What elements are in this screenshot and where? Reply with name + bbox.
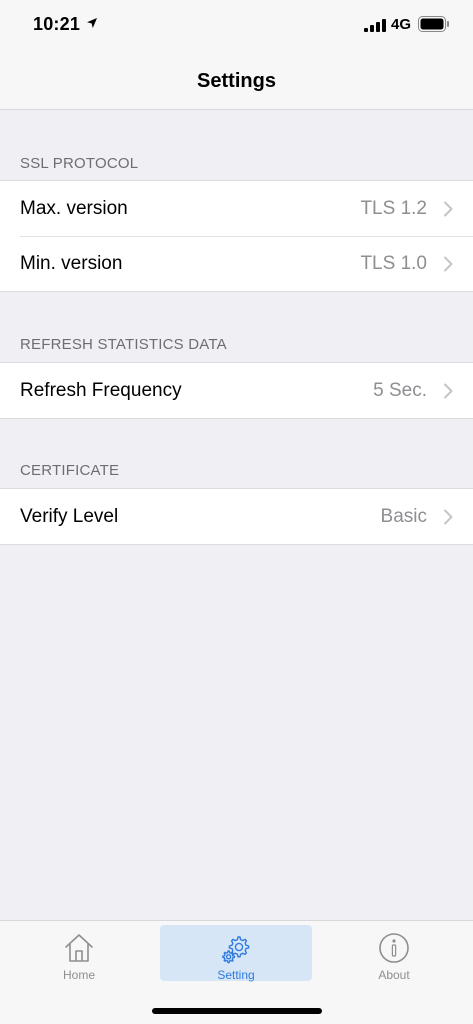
tab-label: Setting	[217, 968, 255, 982]
row-value: TLS 1.2	[360, 197, 427, 219]
chevron-right-icon	[444, 383, 453, 398]
tab-setting[interactable]: Setting	[160, 925, 312, 982]
navigation-bar: Settings	[0, 50, 473, 110]
chevron-right-icon	[444, 256, 453, 271]
row-label: Max. version	[20, 197, 128, 219]
ssl-protocol-group: Max. version TLS 1.2 Min. version TLS 1.…	[0, 180, 473, 292]
info-icon	[379, 933, 409, 963]
tab-about[interactable]: About	[318, 925, 470, 982]
chevron-right-icon	[444, 201, 453, 216]
status-bar: 10:21 4G	[0, 0, 473, 50]
chevron-right-icon	[444, 509, 453, 524]
row-label: Refresh Frequency	[20, 379, 182, 401]
refresh-statistics-group: Refresh Frequency 5 Sec.	[0, 362, 473, 419]
refresh-frequency-row[interactable]: Refresh Frequency 5 Sec.	[0, 363, 473, 418]
row-label: Verify Level	[20, 505, 119, 527]
row-value: TLS 1.0	[360, 252, 427, 274]
tab-label: Home	[62, 968, 95, 982]
page-title: Settings	[197, 70, 276, 92]
max-version-row[interactable]: Max. version TLS 1.2	[0, 181, 473, 236]
section-header-ssl-protocol: SSL PROTOCOL	[20, 155, 139, 172]
verify-level-row[interactable]: Verify Level Basic	[0, 489, 473, 544]
battery-icon	[418, 16, 449, 32]
status-time: 10:21	[33, 14, 81, 34]
gear-icon	[222, 936, 250, 964]
home-indicator	[152, 1008, 322, 1014]
section-header-certificate: CERTIFICATE	[20, 462, 120, 479]
certificate-group: Verify Level Basic	[0, 488, 473, 545]
location-arrow-icon	[87, 18, 97, 28]
home-icon	[65, 934, 93, 962]
row-label: Min. version	[20, 252, 123, 274]
min-version-row[interactable]: Min. version TLS 1.0	[0, 236, 473, 291]
section-header-refresh-statistics: REFRESH STATISTICS DATA	[20, 336, 227, 353]
tab-home[interactable]: Home	[3, 925, 155, 982]
row-value: Basic	[380, 505, 427, 527]
network-type-label: 4G	[391, 16, 412, 33]
row-value: 5 Sec.	[373, 379, 427, 401]
cellular-signal-icon	[364, 19, 386, 32]
tab-label: About	[378, 968, 410, 982]
